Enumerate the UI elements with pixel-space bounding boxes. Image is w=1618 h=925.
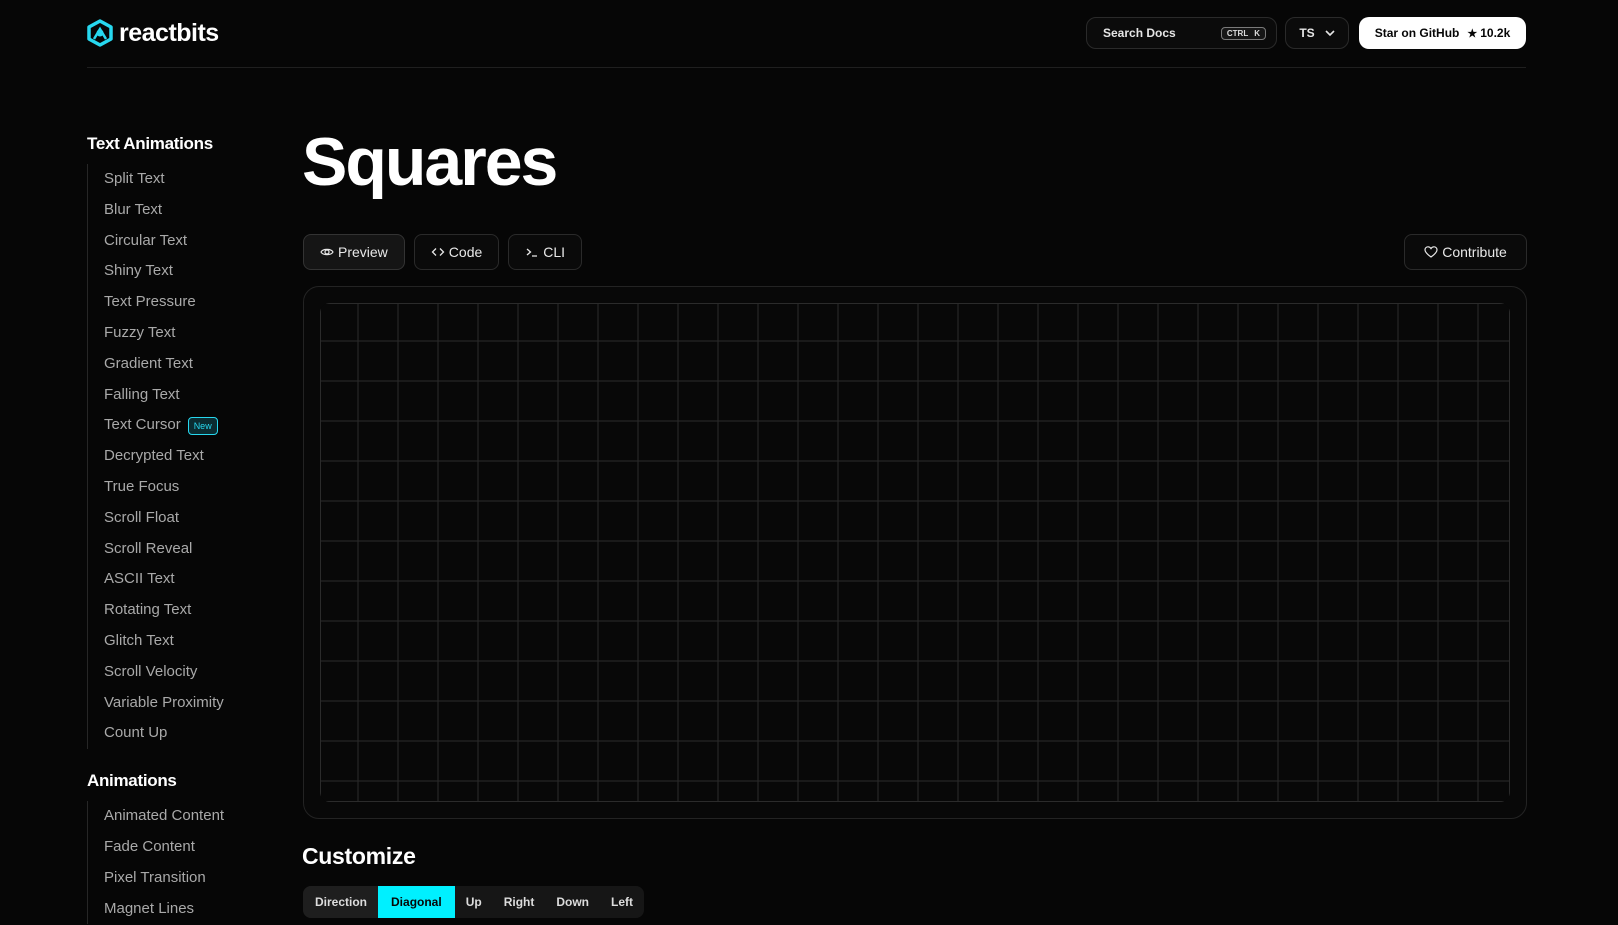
direction-option-up[interactable]: Up [455, 886, 493, 918]
sidebar-item-label: Animated Content [104, 807, 225, 825]
chevron-down-icon [1325, 30, 1335, 37]
sidebar-item-label: Blur Text [104, 200, 163, 218]
search-docs-button[interactable]: Search Docs CTRL K [1086, 17, 1277, 49]
search-label: Search Docs [1103, 26, 1176, 40]
direction-label: Direction [303, 886, 379, 918]
kbd-key: K [1254, 28, 1260, 38]
sidebar-item-label: Decrypted Text [104, 447, 204, 465]
sidebar-item-text-cursor[interactable]: Text Cursor New [88, 410, 277, 441]
github-label: Star on GitHub [1374, 26, 1460, 40]
sidebar-item-label: Glitch Text [104, 631, 174, 649]
github-star-count: ★ 10.2k [1467, 26, 1510, 40]
view-tabs: Preview Code CLI [303, 234, 583, 270]
tab-label: Code [448, 244, 483, 260]
sidebar-item-label: Fuzzy Text [104, 323, 176, 341]
star-on-github-button[interactable]: Star on GitHub ★ 10.2k [1359, 17, 1526, 49]
customize-title: Customize [302, 843, 416, 869]
sidebar-item-decrypted-text[interactable]: Decrypted Text [88, 441, 277, 472]
sidebar-item-label: Scroll Velocity [104, 662, 198, 680]
sidebar-item-circular-text[interactable]: Circular Text [88, 226, 277, 257]
contribute-button[interactable]: Contribute [1404, 234, 1527, 270]
squares-canvas[interactable] [320, 303, 1510, 802]
sidebar-list-animations: Animated Content Fade Content Pixel Tran… [87, 801, 277, 925]
sidebar-item-label: Fade Content [104, 837, 195, 855]
direction-selector: Direction Diagonal Up Right Down Left [303, 886, 645, 918]
preview-panel [303, 286, 1527, 819]
keyboard-shortcut: CTRL K [1220, 26, 1266, 40]
sidebar-item-falling-text[interactable]: Falling Text [88, 380, 277, 411]
page-title: Squares [302, 124, 558, 200]
sidebar-item-rotating-text[interactable]: Rotating Text [88, 595, 277, 626]
sidebar-section-title-animations: Animations [87, 771, 177, 791]
sidebar-item-label: Rotating Text [104, 601, 192, 619]
sidebar-item-label: Shiny Text [104, 262, 173, 280]
language-value: TS [1299, 26, 1315, 40]
language-select[interactable]: TS [1285, 17, 1349, 49]
direction-option-down[interactable]: Down [545, 886, 600, 918]
sidebar-item-scroll-float[interactable]: Scroll Float [88, 503, 277, 534]
sidebar-item-scroll-velocity[interactable]: Scroll Velocity [88, 657, 277, 688]
sidebar-item-variable-proximity[interactable]: Variable Proximity [88, 688, 277, 719]
logo-text: reactbits [119, 18, 219, 47]
sidebar-item-label: ASCII Text [104, 570, 175, 588]
direction-option-right[interactable]: Right [493, 886, 546, 918]
heart-icon [1424, 246, 1438, 258]
sidebar-item-label: Falling Text [104, 385, 180, 403]
reactbits-logo-icon [87, 19, 113, 47]
sidebar-section-title-text-animations: Text Animations [87, 134, 213, 153]
code-icon [431, 248, 445, 256]
sidebar-item-ascii-text[interactable]: ASCII Text [88, 564, 277, 595]
sidebar-item-scroll-reveal[interactable]: Scroll Reveal [88, 534, 277, 565]
tab-label: CLI [543, 244, 566, 260]
sidebar-item-text-pressure[interactable]: Text Pressure [88, 287, 277, 318]
sidebar-item-magnet-lines[interactable]: Magnet Lines [88, 894, 277, 925]
sidebar-nav: Text Animations Split Text Blur Text Cir… [87, 130, 277, 925]
new-badge: New [187, 416, 218, 435]
sidebar-item-label: Magnet Lines [104, 899, 195, 917]
github-count: 10.2k [1480, 26, 1511, 40]
sidebar-item-label: Scroll Reveal [104, 539, 193, 557]
header-divider [87, 67, 1526, 68]
sidebar-item-label: Circular Text [104, 231, 188, 249]
contribute-label: Contribute [1442, 244, 1507, 260]
sidebar-item-label: Count Up [104, 724, 168, 742]
sidebar-item-label: Text Cursor [104, 416, 181, 434]
sidebar-item-fuzzy-text[interactable]: Fuzzy Text [88, 318, 277, 349]
sidebar-item-fade-content[interactable]: Fade Content [88, 832, 277, 863]
logo[interactable]: reactbits [87, 16, 219, 50]
sidebar-item-label: True Focus [104, 477, 180, 495]
kbd-ctrl: CTRL [1226, 28, 1249, 38]
direction-option-diagonal[interactable]: Diagonal [378, 886, 455, 918]
sidebar-item-true-focus[interactable]: True Focus [88, 472, 277, 503]
sidebar-item-label: Gradient Text [104, 354, 193, 372]
tab-label: Preview [338, 244, 388, 260]
tab-code[interactable]: Code [413, 234, 500, 270]
sidebar-item-label: Split Text [104, 170, 165, 187]
tab-cli[interactable]: CLI [508, 234, 583, 270]
sidebar-item-glitch-text[interactable]: Glitch Text [88, 626, 277, 657]
grid-frame [320, 303, 1510, 802]
sidebar-item-animated-content[interactable]: Animated Content [88, 801, 277, 832]
sidebar-list-text-animations: Split Text Blur Text Circular Text Shiny… [87, 164, 277, 750]
sidebar-item-label: Pixel Transition [104, 868, 206, 886]
sidebar-item-label: Text Pressure [104, 293, 196, 311]
sidebar-item-split-text[interactable]: Split Text [88, 164, 277, 195]
sidebar-item-pixel-transition[interactable]: Pixel Transition [88, 863, 277, 894]
tab-preview[interactable]: Preview [303, 234, 405, 270]
sidebar-item-label: Variable Proximity [104, 693, 224, 711]
top-header: reactbits Search Docs CTRL K TS Star on … [0, 0, 1618, 68]
sidebar-item-blur-text[interactable]: Blur Text [88, 195, 277, 226]
star-icon: ★ [1467, 27, 1478, 40]
direction-option-left[interactable]: Left [600, 886, 644, 918]
sidebar-item-count-up[interactable]: Count Up [88, 718, 277, 749]
sidebar-item-label: Scroll Float [104, 508, 180, 526]
eye-icon [320, 248, 334, 256]
terminal-icon [526, 248, 538, 257]
sidebar-item-gradient-text[interactable]: Gradient Text [88, 349, 277, 380]
sidebar-item-shiny-text[interactable]: Shiny Text [88, 256, 277, 287]
